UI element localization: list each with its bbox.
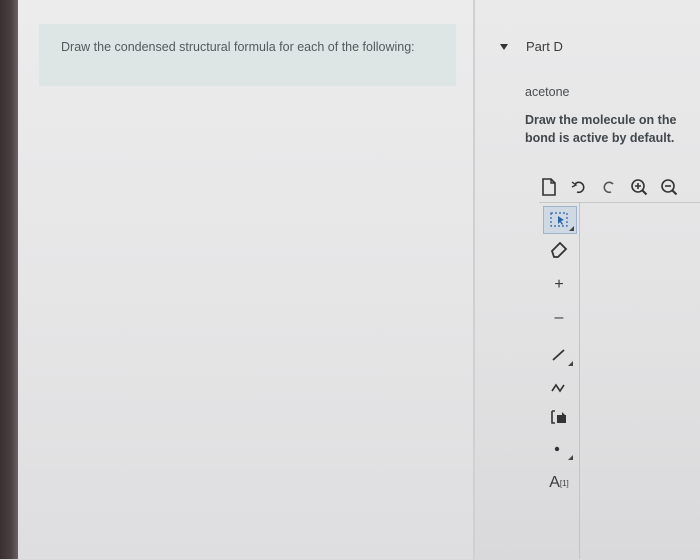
question-panel: Draw the condensed structural formula fo…: [18, 0, 473, 559]
collapse-caret-icon[interactable]: [500, 44, 508, 50]
radical-dot-icon[interactable]: [543, 436, 575, 462]
atom-superscript: [1]: [559, 478, 569, 488]
draw-instructions: Draw the molecule on the bond is active …: [525, 111, 700, 147]
question-prompt-box: Draw the condensed structural formula fo…: [39, 24, 456, 86]
screen-bezel: [0, 0, 18, 559]
template-ring-icon[interactable]: [543, 404, 575, 430]
compound-name: acetone: [525, 85, 570, 99]
zoom-in-icon[interactable]: [629, 177, 649, 197]
instruction-line-1: Draw the molecule on the: [525, 113, 677, 127]
editor-top-toolbar: [539, 172, 700, 202]
plus-charge-icon[interactable]: +: [543, 272, 575, 298]
select-icon[interactable]: [543, 206, 577, 234]
part-title[interactable]: Part D: [526, 39, 563, 54]
single-bond-icon[interactable]: [543, 342, 575, 368]
answer-panel: Part D acetone Draw the molecule on the …: [475, 0, 700, 559]
editor-side-toolbar: + – A [1]: [539, 202, 580, 559]
atom-letter: A: [549, 474, 560, 491]
zoom-out-icon[interactable]: [659, 177, 679, 197]
chain-icon[interactable]: [543, 374, 575, 400]
instruction-line-2: bond is active by default.: [525, 131, 675, 145]
new-document-icon[interactable]: [539, 177, 559, 197]
question-prompt-text: Draw the condensed structural formula fo…: [61, 40, 415, 54]
minus-charge-icon[interactable]: –: [543, 305, 575, 331]
eraser-icon[interactable]: [543, 236, 575, 262]
redo-icon[interactable]: [599, 177, 619, 197]
undo-icon[interactable]: [569, 177, 589, 197]
atom-label-icon[interactable]: A [1]: [543, 470, 575, 496]
